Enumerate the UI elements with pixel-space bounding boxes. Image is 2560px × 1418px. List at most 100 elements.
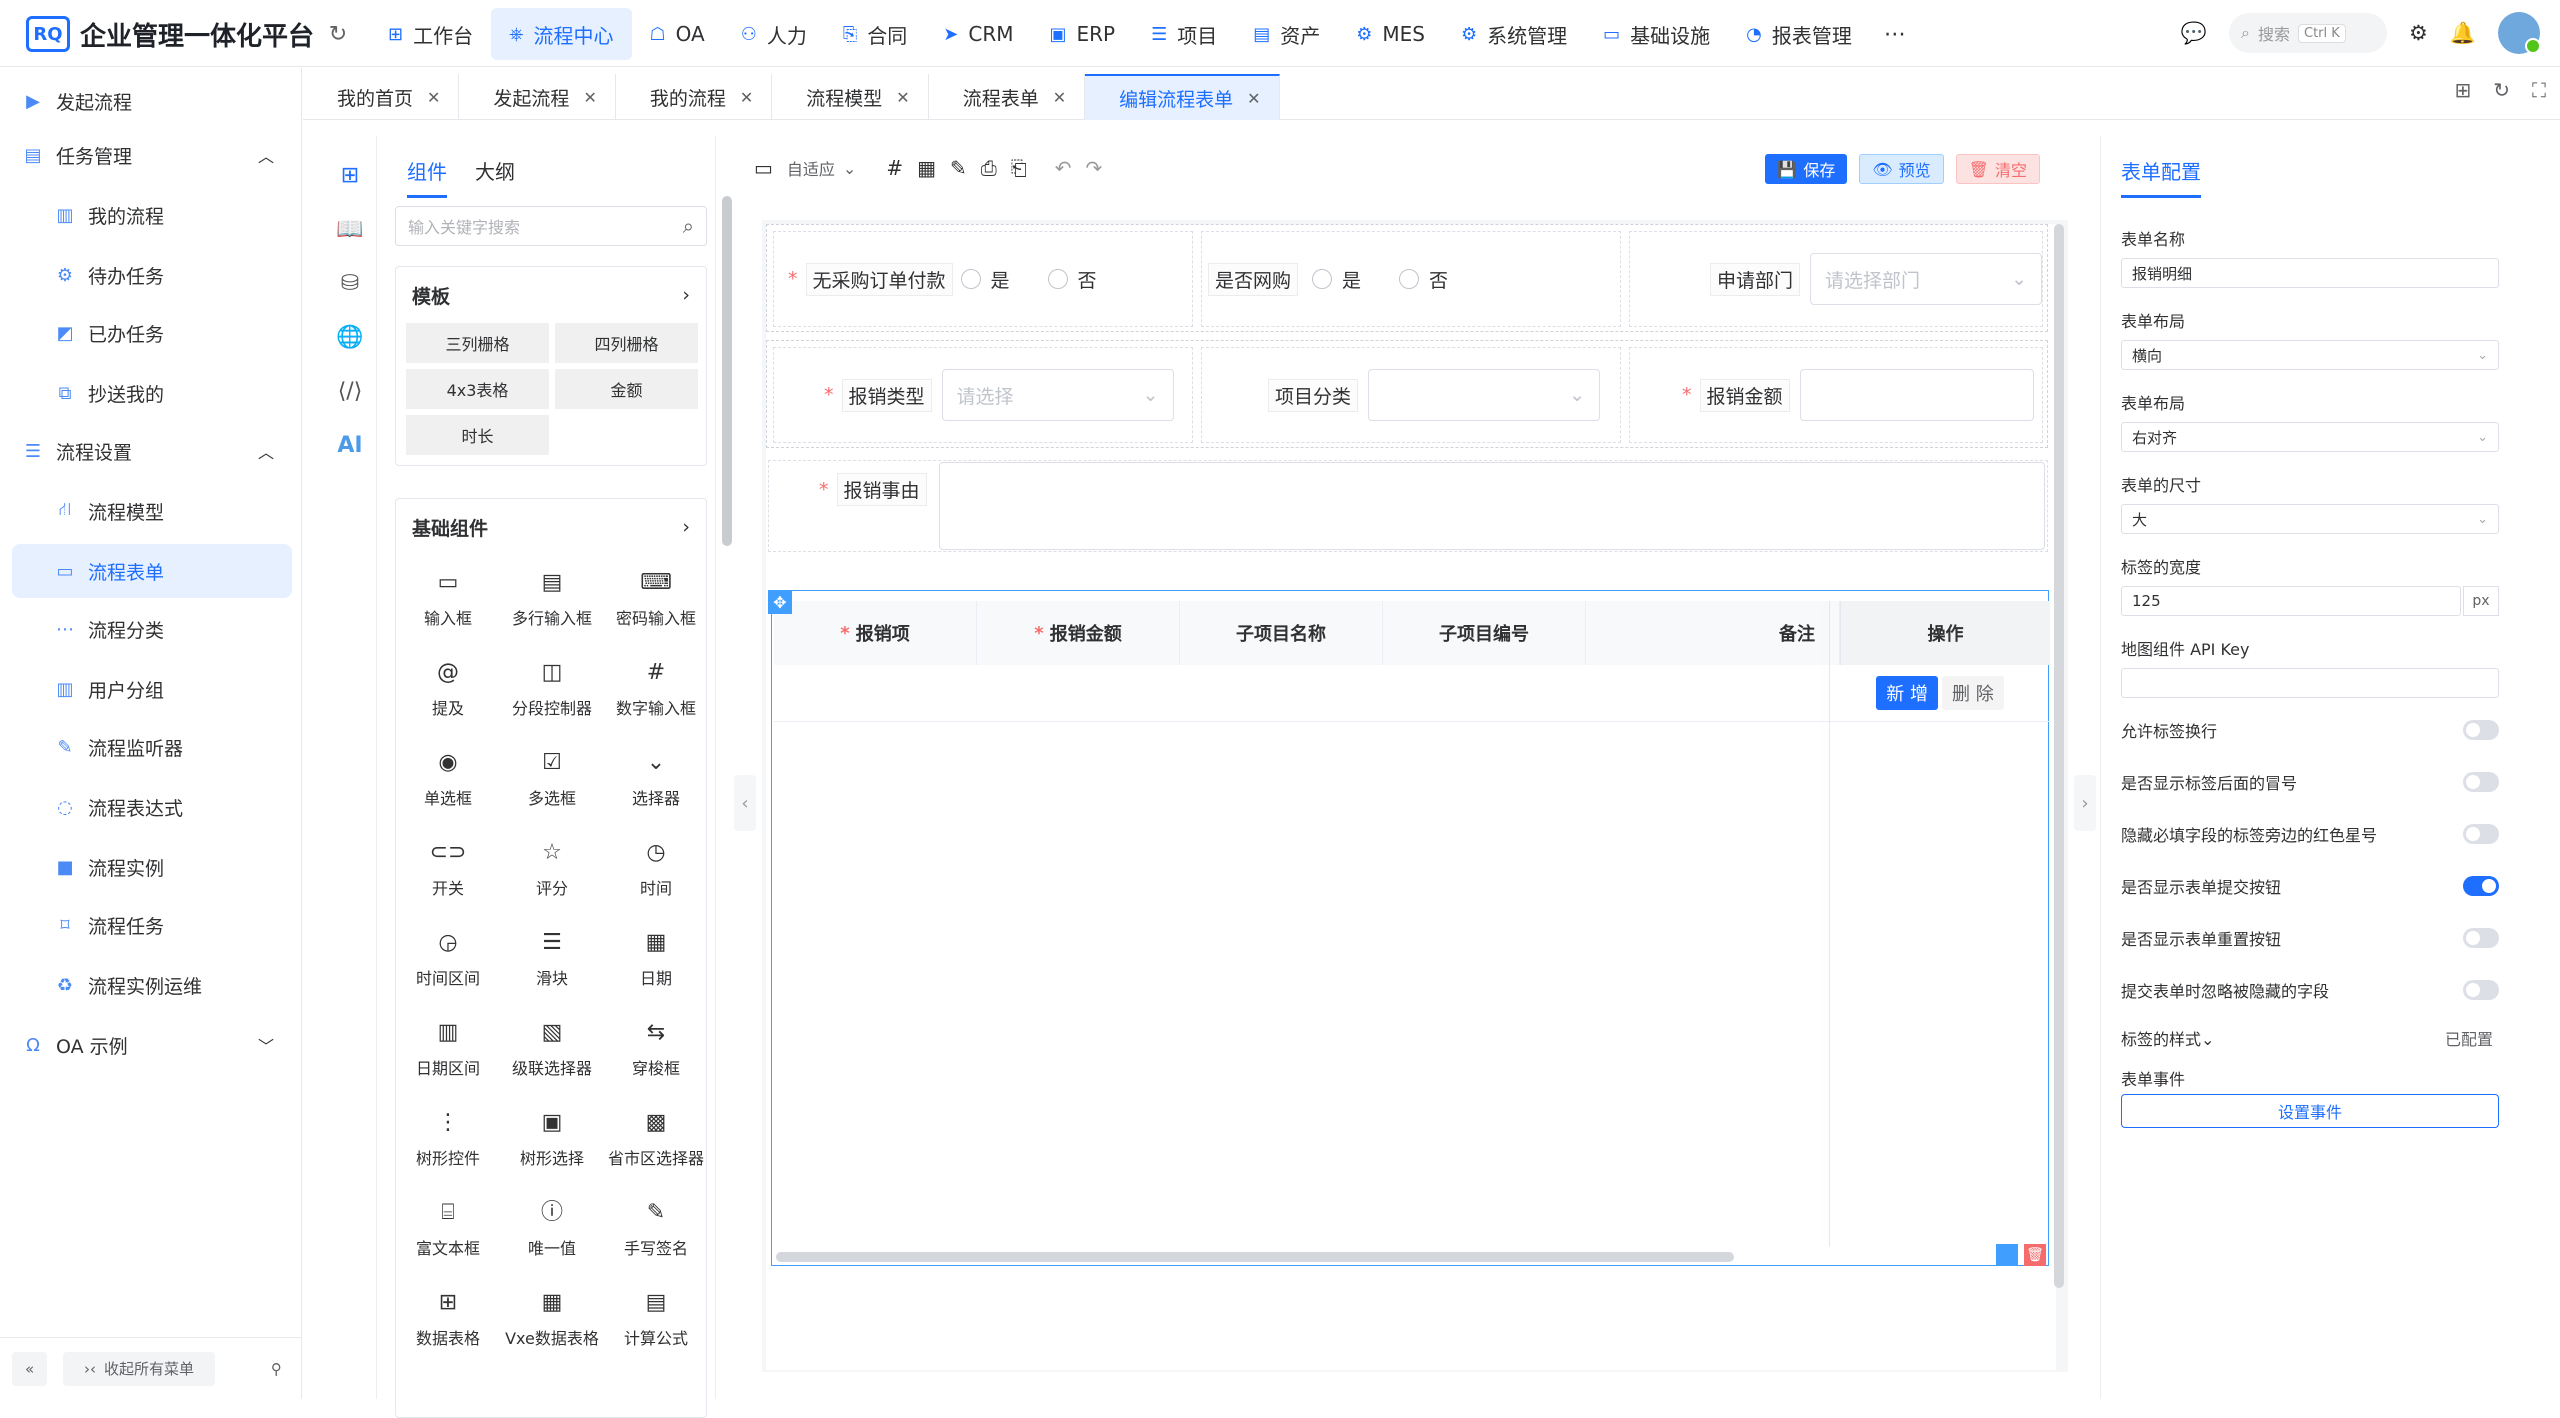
topnav-item-11[interactable]: ▭ 基础设施 [1585,8,1728,60]
pin-icon[interactable]: ⚲ [263,1352,290,1386]
template-item[interactable]: 三列栅格 [406,323,549,363]
edit-icon[interactable]: ✎ [950,156,967,180]
copy-widget-icon[interactable] [1996,1244,2018,1266]
toggle-switch[interactable] [2463,720,2499,740]
sidebar-item-1[interactable]: ▤ 任务管理 ︿ [12,128,292,182]
bell-icon[interactable]: 🔔 [2450,21,2476,46]
reimb-reason-textarea[interactable] [938,462,2045,550]
redo-icon[interactable]: ↷ [1086,156,1103,180]
reimb-type-select[interactable]: 请选择 ⌄ [941,369,1174,421]
grid-layout-icon[interactable]: ▦ [917,156,936,180]
form-align-select[interactable]: 右对齐 ⌄ [2121,422,2499,452]
template-item[interactable]: 时长 [406,415,549,455]
form-layout-select[interactable]: 横向 ⌄ [2121,340,2499,370]
layout-grid-icon[interactable]: ⊞ [2454,78,2471,102]
reload-icon[interactable]: ↻ [2493,78,2510,102]
form-size-select[interactable]: 大 ⌄ [2121,504,2499,534]
globe-icon[interactable]: 🌐 [325,310,375,364]
toggle-switch[interactable] [2463,980,2499,1000]
grid-hash-icon[interactable]: # [886,156,903,180]
component-item[interactable]: ▩ 省市区选择器 [604,1095,708,1185]
field-reimb-amount[interactable]: * 报销金额 [1629,347,2043,443]
sidebar-item-0[interactable]: ▶ 发起流程 [12,74,292,128]
component-item[interactable]: ▤ 计算公式 [604,1275,708,1365]
clear-button[interactable]: 🗑 清空 [1955,154,2040,184]
topnav-item-2[interactable]: ☖ OA [632,8,723,60]
page-tab-5[interactable]: 编辑流程表单 ✕ [1085,74,1280,120]
field-reimb-reason[interactable]: * 报销事由 [768,460,2048,552]
component-item[interactable]: ◫ 分段控制器 [500,645,604,735]
field-no-po-payment[interactable]: * 无采购订单付款 是 否 [773,231,1193,327]
sidebar-item-15[interactable]: ♻ 流程实例运维 [12,958,292,1012]
topnav-item-8[interactable]: ▤ 资产 [1235,8,1338,60]
component-item[interactable]: ▥ 日期区间 [396,1005,500,1095]
department-select[interactable]: 请选择部门 ⌄ [1810,253,2042,305]
component-panel-scrollbar[interactable] [722,196,732,546]
page-tab-3[interactable]: 流程模型 ✕ [772,74,929,120]
fullscreen-icon[interactable]: ⛶ [2532,78,2546,102]
print-icon[interactable]: ⎙ [981,156,997,180]
undo-icon[interactable]: ↶ [1055,156,1072,180]
sidebar-item-4[interactable]: ◩ 已办任务 [12,306,292,360]
label-style-label[interactable]: 标签的样式⌄ [2121,1026,2214,1050]
topnav-item-5[interactable]: ➤ CRM [925,8,1031,60]
topnav-item-4[interactable]: ⎘ 合同 [825,8,925,60]
code-icon[interactable]: ⟨/⟩ [325,364,375,418]
sidebar-item-13[interactable]: ■ 流程实例 [12,840,292,894]
sidebar-item-3[interactable]: ⚙ 待办任务 [12,248,292,302]
radio-yes[interactable] [960,269,981,289]
page-tab-0[interactable]: 我的首页 ✕ [303,74,460,120]
sidebar-item-14[interactable]: ⌑ 流程任务 [12,898,292,952]
toggle-switch[interactable] [2463,824,2499,844]
component-item[interactable]: ▭ 输入框 [396,555,500,645]
template-header[interactable]: 模板 › [396,267,706,323]
page-tab-2[interactable]: 我的流程 ✕ [616,74,773,120]
radio-no[interactable] [1399,269,1420,289]
delete-row-button[interactable]: 删 除 [1942,676,2004,710]
tab-outline[interactable]: 大纲 [475,156,515,198]
subtable-horizontal-scrollbar[interactable] [776,1252,1734,1262]
field-department[interactable]: 申请部门 请选择部门 ⌄ [1629,231,2043,327]
topnav-item-10[interactable]: ⚙ 系统管理 [1443,8,1585,60]
user-avatar[interactable] [2498,12,2541,54]
component-item[interactable]: ⌨ 密码输入框 [604,555,708,645]
subtable-widget[interactable]: * 报销项 * 报销金额 子项目名称 子项目编号 备注 操作 新 增 删 除 [771,590,2050,1266]
topnav-item-1[interactable]: ⎈ 流程中心 [491,8,632,60]
component-item[interactable]: ⊞ 数据表格 [396,1275,500,1365]
sidebar-item-16[interactable]: Ω OA 示例 ﹀ [12,1018,292,1072]
page-tab-1[interactable]: 发起流程 ✕ [459,74,616,120]
device-select[interactable]: 自适应 ⌄ [787,156,856,180]
sidebar-item-2[interactable]: ▥ 我的流程 [12,188,292,242]
add-row-button[interactable]: 新 增 [1876,676,1938,710]
tab-form-config[interactable]: 表单配置 [2121,156,2201,198]
radio-yes[interactable] [1312,269,1333,289]
close-icon[interactable]: ✕ [896,88,909,107]
sidebar-item-8[interactable]: ▭ 流程表单 [12,544,292,598]
ai-icon[interactable]: AI [325,418,375,472]
component-item[interactable]: ▧ 级联选择器 [500,1005,604,1095]
component-item[interactable]: @ 提及 [396,645,500,735]
template-item[interactable]: 4x3表格 [406,369,549,409]
component-item[interactable]: ☆ 评分 [500,825,604,915]
preview-button[interactable]: 👁 预览 [1859,154,1944,184]
component-item[interactable]: ✎ 手写签名 [604,1185,708,1275]
field-reimb-type[interactable]: * 报销类型 请选择 ⌄ [773,347,1193,443]
component-item[interactable]: ▦ Vxe数据表格 [500,1275,604,1365]
label-width-input[interactable]: 125 [2121,586,2461,616]
sidebar-item-12[interactable]: ◌ 流程表达式 [12,780,292,834]
close-icon[interactable]: ✕ [1247,89,1260,108]
topnav-item-7[interactable]: ☰ 项目 [1133,8,1235,60]
tab-components[interactable]: 组件 [407,156,447,198]
field-online-purchase[interactable]: 是否网购 是 否 [1201,231,1621,327]
component-search-input[interactable]: 输入关键字搜索 ⌕ [395,206,707,246]
topnav-item-6[interactable]: ▣ ERP [1031,8,1133,60]
project-category-select[interactable]: ⌄ [1368,369,1601,421]
toggle-switch[interactable] [2463,876,2499,896]
component-item[interactable]: ◷ 时间 [604,825,708,915]
template-item[interactable]: 金额 [555,369,698,409]
component-item[interactable]: ◉ 单选框 [396,735,500,825]
database-icon[interactable]: ⛁ [325,256,375,310]
topnav-item-9[interactable]: ⚙ MES [1338,8,1443,60]
components-icon[interactable]: ⊞ [325,148,375,202]
collapse-left-panel-icon[interactable]: ‹ [734,775,756,831]
